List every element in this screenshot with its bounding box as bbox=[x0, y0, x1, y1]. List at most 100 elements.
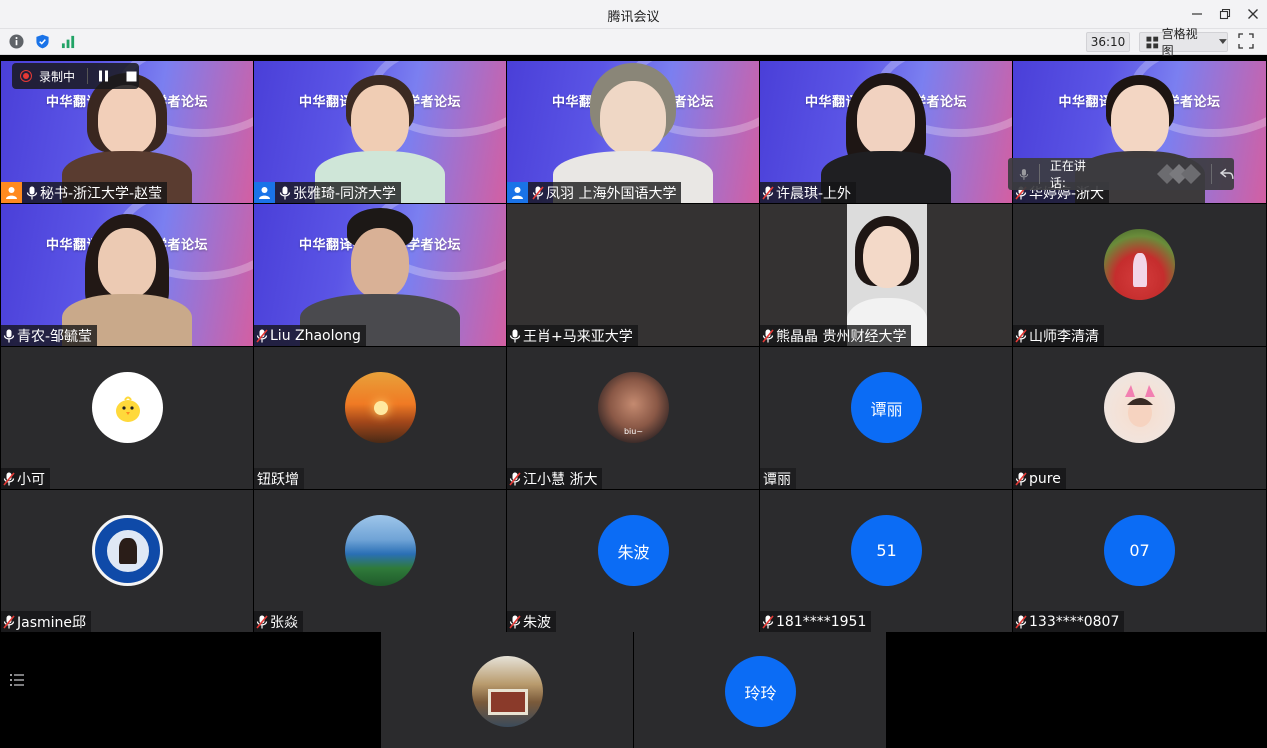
video-grid: 中华翻译研究青年学者论坛 秘书-浙江大学-赵莹 中华翻译研究青年学者论坛 张雅琦… bbox=[0, 60, 1267, 632]
avatar bbox=[345, 372, 416, 443]
minimize-button[interactable] bbox=[1186, 4, 1208, 24]
view-mode-label: 宫格视图 bbox=[1161, 27, 1198, 58]
caret-down-icon bbox=[1219, 39, 1227, 44]
network-button[interactable] bbox=[60, 33, 77, 50]
avatar-tile[interactable]: 张焱 bbox=[254, 490, 506, 632]
security-button[interactable] bbox=[34, 33, 51, 50]
video-tile[interactable]: 中华翻译研究青年学者论坛 许晨琪-上外 bbox=[760, 61, 1012, 203]
microphone-icon bbox=[26, 186, 38, 199]
participant-name: 张雅琦-同济大学 bbox=[293, 185, 397, 202]
participant-label: 熊晶晶 贵州财经大学 bbox=[760, 325, 912, 346]
microphone-muted-icon bbox=[256, 614, 268, 629]
participant-label: 张焱 bbox=[254, 611, 303, 632]
avatar bbox=[92, 515, 163, 586]
participant-name: pure bbox=[1029, 470, 1061, 487]
signal-icon bbox=[61, 35, 75, 49]
participant-label: pure bbox=[1013, 468, 1066, 489]
microphone-muted-icon bbox=[256, 328, 268, 343]
record-icon bbox=[20, 70, 32, 82]
participant-name: 小可 bbox=[17, 471, 45, 488]
participant-name: 181****1951 bbox=[776, 613, 867, 630]
avatar bbox=[1104, 372, 1175, 443]
host-badge bbox=[1, 182, 22, 203]
microphone-muted-icon bbox=[1015, 328, 1027, 343]
avatar: 朱波 bbox=[598, 515, 669, 586]
microphone-icon bbox=[3, 329, 15, 342]
view-mode-dropdown[interactable]: 宫格视图 bbox=[1139, 27, 1228, 58]
avatar-tile[interactable]: 谭丽 谭丽 bbox=[760, 347, 1012, 489]
avatar-tile[interactable]: 玲玲 bbox=[634, 632, 886, 748]
close-button[interactable] bbox=[1242, 4, 1264, 24]
close-icon bbox=[1248, 9, 1258, 19]
participant-label: 秘书-浙江大学-赵莹 bbox=[1, 182, 168, 203]
recording-label: 录制中 bbox=[39, 69, 76, 84]
fullscreen-button[interactable] bbox=[1238, 33, 1256, 51]
participant-label: Liu Zhaolong bbox=[254, 325, 366, 346]
cat-ears-icon bbox=[1124, 384, 1155, 427]
microphone-icon bbox=[509, 329, 521, 342]
avatar-tile[interactable]: biu~ 江小慧 浙大 bbox=[507, 347, 759, 489]
info-button[interactable] bbox=[8, 33, 25, 50]
pause-icon[interactable] bbox=[98, 70, 109, 82]
video-tile[interactable]: 中华翻译研究青年学者论坛 Liu Zhaolong bbox=[254, 204, 506, 346]
user-icon bbox=[6, 187, 17, 199]
participant-name: 青农-邹毓莹 bbox=[17, 328, 93, 345]
participant-name: 山师李清清 bbox=[1029, 328, 1099, 345]
microphone-muted-icon bbox=[1015, 614, 1027, 629]
avatar-tile[interactable]: 朱波 朱波 bbox=[507, 490, 759, 632]
stop-icon[interactable] bbox=[126, 71, 137, 82]
avatar-tile[interactable]: 钮跃增 bbox=[254, 347, 506, 489]
avatar-tile[interactable]: 山师李清清 bbox=[1013, 204, 1266, 346]
video-tile[interactable]: 王肖+马来亚大学 bbox=[507, 204, 759, 346]
participant-label: 王肖+马来亚大学 bbox=[507, 325, 638, 346]
participant-label: 张雅琦-同济大学 bbox=[254, 182, 402, 203]
collapse-icon[interactable] bbox=[1220, 168, 1234, 180]
participant-label: 青农-邹毓莹 bbox=[1, 325, 98, 346]
info-icon bbox=[9, 34, 24, 49]
participant-label: 181****1951 bbox=[760, 611, 872, 632]
participant-label: 谭丽 bbox=[760, 468, 796, 489]
avatar bbox=[345, 515, 416, 586]
avatar-tile[interactable]: pure bbox=[1013, 347, 1266, 489]
microphone-muted-icon bbox=[509, 614, 521, 629]
avatar: 谭丽 bbox=[851, 372, 922, 443]
restore-icon bbox=[1219, 8, 1231, 20]
fullscreen-icon bbox=[1238, 33, 1254, 49]
microphone-muted-icon bbox=[532, 185, 544, 200]
video-tile[interactable]: 中华翻译研究青年学者论坛 青农-邹毓莹 bbox=[1, 204, 253, 346]
avatar bbox=[472, 656, 543, 727]
video-tile[interactable]: 中华翻译研究青年学者论坛 凤羽 上海外国语大学 bbox=[507, 61, 759, 203]
recording-indicator: 录制中 bbox=[12, 63, 139, 89]
speaker-avatars bbox=[1157, 164, 1202, 184]
avatar-tile[interactable] bbox=[381, 632, 633, 748]
participant-name: 133****0807 bbox=[1029, 613, 1120, 630]
avatar: 51 bbox=[851, 515, 922, 586]
participant-name: 凤羽 上海外国语大学 bbox=[546, 185, 677, 202]
avatar-tile[interactable]: 07 133****0807 bbox=[1013, 490, 1266, 632]
speaking-label: 正在讲话: bbox=[1049, 159, 1086, 190]
meeting-toolbar: 36:10 宫格视图 bbox=[0, 27, 1267, 58]
microphone-muted-icon bbox=[762, 614, 774, 629]
avatar bbox=[92, 372, 163, 443]
microphone-muted-icon bbox=[762, 328, 774, 343]
microphone-icon bbox=[1019, 168, 1029, 180]
avatar-tile[interactable]: 小可 bbox=[1, 347, 253, 489]
participant-name: 钮跃增 bbox=[257, 471, 299, 488]
avatar-tile[interactable]: Jasmine邱 bbox=[1, 490, 253, 632]
video-tile[interactable]: 熊晶晶 贵州财经大学 bbox=[760, 204, 1012, 346]
microphone-muted-icon bbox=[3, 614, 15, 629]
microphone-muted-icon bbox=[762, 185, 774, 200]
participant-name: 江小慧 浙大 bbox=[523, 471, 598, 488]
user-icon bbox=[512, 187, 523, 199]
participant-label: 小可 bbox=[1, 468, 50, 489]
speaker-avatar-icon bbox=[1157, 164, 1202, 184]
member-list-icon[interactable] bbox=[9, 672, 25, 688]
divider bbox=[87, 68, 89, 84]
restore-button[interactable] bbox=[1214, 4, 1236, 24]
video-tile[interactable]: 中华翻译研究青年学者论坛 张雅琦-同济大学 bbox=[254, 61, 506, 203]
participant-label: Jasmine邱 bbox=[1, 611, 92, 632]
avatar: 07 bbox=[1104, 515, 1175, 586]
participant-name: Jasmine邱 bbox=[17, 614, 87, 631]
avatar-tile[interactable]: 51 181****1951 bbox=[760, 490, 1012, 632]
cohost-badge bbox=[254, 182, 275, 203]
